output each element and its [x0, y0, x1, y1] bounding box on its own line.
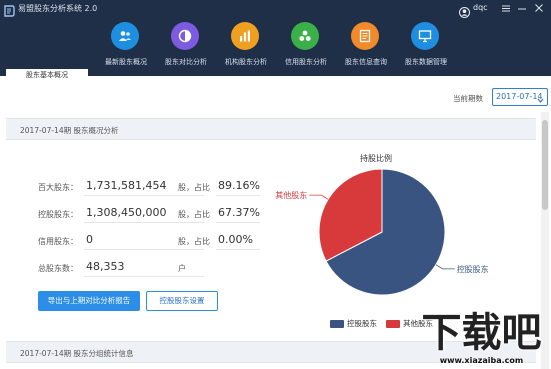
menu-icon[interactable] — [499, 1, 513, 15]
scrollbar-thumb[interactable] — [542, 120, 548, 210]
pie-label: 其他股东 — [275, 190, 307, 200]
section-title: 2017-07-14期 股东概况分析 — [20, 126, 119, 135]
period-select[interactable]: 2017-07-14 — [492, 88, 548, 106]
stat-unit: 股，占比 — [178, 183, 210, 192]
stat-unit: 户 — [178, 264, 186, 273]
stat-row-controlling: 控股股东： 1,308,450,000 股，占比 67.37% — [38, 204, 268, 224]
controlling-settings-button[interactable]: 控股股东设置 — [146, 291, 218, 311]
stat-label: 控股股东： — [38, 210, 78, 219]
stat-unit: 股，占比 — [178, 210, 210, 219]
close-icon[interactable] — [532, 1, 546, 15]
stat-value: 48,353 — [84, 258, 204, 277]
bar-chart-icon — [231, 22, 259, 50]
section-header-overview: 2017-07-14期 股东概况分析 — [6, 118, 536, 140]
stat-row-credit: 信用股东： 0 股，占比 0.00% — [38, 231, 268, 251]
stat-percent: 89.16% — [216, 177, 260, 196]
nav-item-compare[interactable]: 股东对比分析 — [156, 20, 216, 72]
nav-item-data-manage[interactable]: 股东数据管理 — [396, 20, 456, 72]
title-bar: 易盟股东分析系统 2.0 dqc — [0, 0, 551, 18]
monitor-icon — [411, 22, 439, 50]
credit-icon — [291, 22, 319, 50]
stat-row-total: 总股东数： 48,353 户 — [38, 258, 268, 278]
stat-row-top100: 百大股东： 1,731,581,454 股，占比 89.16% — [38, 177, 268, 197]
document-search-icon — [351, 22, 379, 50]
watermark-text: 下载吧 — [421, 310, 542, 356]
stat-label: 信用股东： — [38, 237, 78, 246]
app-title: 易盟股东分析系统 2.0 — [18, 4, 98, 13]
chevron-down-icon — [537, 94, 544, 110]
nav-item-info-query[interactable]: 股东信息查询 — [336, 20, 396, 72]
pie-label: 控股股东 — [457, 264, 489, 274]
app-logo-icon — [3, 2, 15, 17]
user-name[interactable]: dqc — [473, 3, 488, 12]
tab-basic-overview[interactable]: 股东基本概况 — [6, 69, 88, 82]
section-title: 2017-07-14期 股东分组统计信息 — [20, 349, 134, 358]
export-report-button[interactable]: 导出与上期对比分析报告 — [38, 291, 140, 311]
stat-percent: 0.00% — [216, 231, 260, 250]
period-value: 2017-07-14 — [496, 92, 543, 101]
watermark: 下载吧 www.xiazaiba.com — [412, 310, 551, 369]
app-header: 易盟股东分析系统 2.0 dqc 最新股东概况 股东对比分析 机构股东分析 信用… — [0, 0, 551, 82]
pie-leader-line — [435, 264, 455, 270]
minimize-icon[interactable] — [515, 1, 529, 15]
pie-chart: 控股股东 其他股东 — [275, 168, 489, 296]
stat-label: 百大股东： — [38, 183, 78, 192]
tab-strip: 股东基本概况 — [0, 68, 551, 82]
nav-item-credit[interactable]: 信用股东分析 — [276, 20, 336, 72]
user-icon[interactable] — [459, 3, 470, 18]
legend-swatch — [330, 320, 344, 328]
stat-unit: 股，占比 — [178, 237, 210, 246]
legend-swatch — [386, 320, 400, 328]
pie-leader-line — [309, 194, 329, 200]
legend-item-controlling[interactable]: 控股股东 — [330, 318, 390, 330]
nav-item-latest-overview[interactable]: 最新股东概况 — [96, 20, 156, 72]
stat-label: 总股东数： — [38, 264, 78, 273]
legend-label: 控股股东 — [347, 319, 377, 328]
watermark-url: www.xiazaiba.com — [439, 356, 524, 365]
nav-item-institution[interactable]: 机构股东分析 — [216, 20, 276, 72]
people-icon — [111, 22, 139, 50]
period-label: 当前期数 — [453, 94, 483, 103]
pie-compare-icon — [171, 22, 199, 50]
nav-label: 股东数据管理 — [405, 58, 447, 66]
stat-percent: 67.37% — [216, 204, 260, 223]
